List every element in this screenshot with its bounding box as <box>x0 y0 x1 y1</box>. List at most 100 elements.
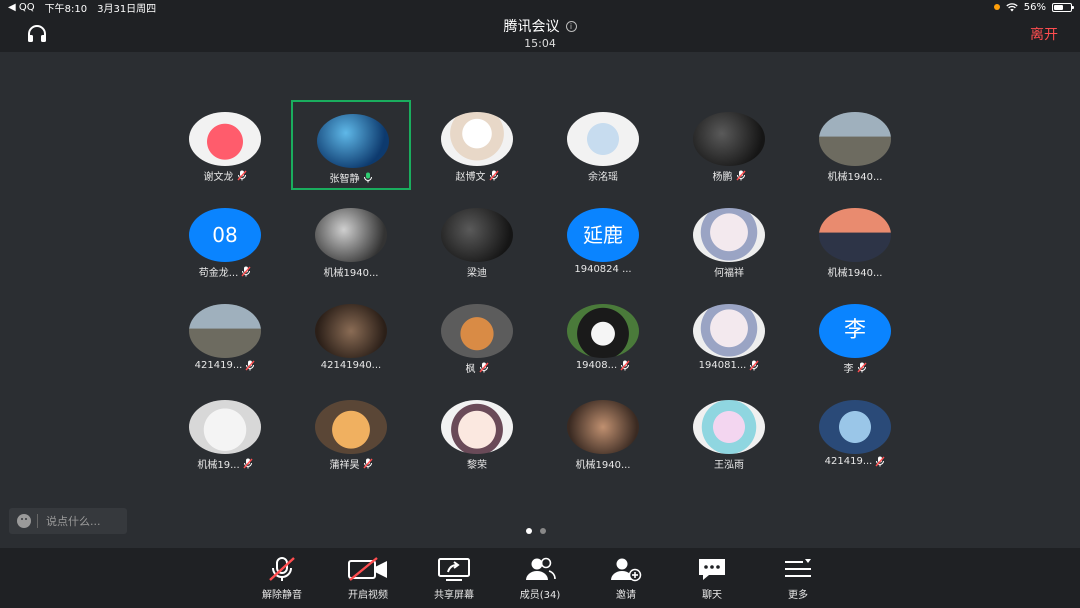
participant-avatar <box>315 304 387 358</box>
participant-name-row: 王泓雨 <box>669 456 789 471</box>
participant-name-row: 421419... <box>795 456 915 467</box>
participant-avatar <box>819 208 891 262</box>
page-dot-2[interactable] <box>540 528 546 534</box>
leave-button[interactable]: 离开 <box>1030 24 1058 44</box>
participant-tile[interactable]: 张智静 <box>291 100 411 190</box>
participant-tile[interactable]: 19408... <box>543 292 663 382</box>
participant-name-row: 苟金龙... <box>165 264 285 279</box>
participant-tile[interactable]: 42141940... <box>291 292 411 382</box>
participant-name: 赵博文 <box>455 172 486 183</box>
participant-name-row: 机械1940... <box>795 264 915 279</box>
info-icon[interactable]: i <box>565 21 577 32</box>
participant-avatar <box>317 114 389 168</box>
participant-tile[interactable]: 194081... <box>669 292 789 382</box>
bottom-toolbar: 解除静音 开启视频 共享屏幕 成员(34) 邀请 聊天 更多 <box>0 548 1080 608</box>
participant-tile[interactable]: 谢文龙 <box>165 100 285 190</box>
participant-avatar <box>567 112 639 166</box>
participant-name: 杨鹏 <box>712 172 733 183</box>
back-to-app-link[interactable]: ◀ QQ <box>8 2 35 13</box>
mic-muted-icon <box>243 458 253 469</box>
mic-muted-icon <box>245 360 255 371</box>
share-screen-icon <box>438 558 470 581</box>
participant-name: 黎荣 <box>467 460 487 471</box>
participant-tile[interactable]: 杨鹏 <box>669 100 789 190</box>
share-screen-button[interactable]: 共享屏幕 <box>414 556 494 601</box>
participant-name-row: 42141940... <box>291 360 411 371</box>
mic-active-icon <box>363 172 372 183</box>
participant-name: 421419... <box>824 456 873 467</box>
participant-avatar <box>315 208 387 262</box>
participant-avatar <box>567 304 639 358</box>
participant-name-row: 何福祥 <box>669 264 789 279</box>
participant-name: 枫 <box>465 364 476 375</box>
participant-tile[interactable]: 机械1940... <box>795 100 915 190</box>
more-button[interactable]: 更多 <box>758 556 838 601</box>
meeting-duration: 15:04 <box>524 37 556 50</box>
participant-name-row: 黎荣 <box>417 456 537 471</box>
members-icon <box>526 557 556 580</box>
status-bar: ◀ QQ 下午8:10 3月31日周四 56% <box>0 0 1080 15</box>
participant-avatar <box>567 400 639 454</box>
participant-tile[interactable]: 机械1940... <box>291 196 411 286</box>
participant-avatar <box>441 208 513 262</box>
start-video-button[interactable]: 开启视频 <box>328 556 408 601</box>
invite-button[interactable]: 邀请 <box>586 556 666 601</box>
participant-name-row: 赵博文 <box>417 168 537 183</box>
mic-muted-icon <box>269 557 295 581</box>
participant-name: 梁迪 <box>467 268 487 279</box>
unmute-button[interactable]: 解除静音 <box>242 556 322 601</box>
participant-tile[interactable]: 421419... <box>795 388 915 478</box>
participant-name: 苟金龙... <box>198 268 239 279</box>
participant-tile[interactable]: 梁迪 <box>417 196 537 286</box>
page-indicator <box>526 528 546 534</box>
participant-name: 张智静 <box>329 174 360 185</box>
chat-label: 聊天 <box>702 590 722 601</box>
mic-muted-icon <box>478 362 489 373</box>
participant-name: 421419... <box>194 360 243 371</box>
participant-avatar <box>693 400 765 454</box>
divider <box>37 514 38 528</box>
participant-tile[interactable]: 机械1940... <box>795 196 915 286</box>
participant-name-row: 余洺瑶 <box>543 168 663 183</box>
chat-button[interactable]: 聊天 <box>672 556 752 601</box>
participant-tile[interactable]: 延鹿 1940824 ... <box>543 196 663 286</box>
chat-input[interactable]: 说点什么... <box>9 508 127 534</box>
participant-tile[interactable]: 王泓雨 <box>669 388 789 478</box>
participant-name: 余洺瑶 <box>588 172 618 183</box>
participant-name-row: 梁迪 <box>417 264 537 279</box>
participant-avatar <box>819 112 891 166</box>
participant-tile[interactable]: 蒲祥昊 <box>291 388 411 478</box>
meeting-title: 腾讯会议 <box>503 19 560 35</box>
participant-tile[interactable]: 余洺瑶 <box>543 100 663 190</box>
emoji-icon[interactable] <box>17 514 31 528</box>
participant-tile[interactable]: 赵博文 <box>417 100 537 190</box>
page-dot-1[interactable] <box>526 528 532 534</box>
participant-tile[interactable]: 08 苟金龙... <box>165 196 285 286</box>
participant-name-row: 1940824 ... <box>543 264 663 275</box>
participant-tile[interactable]: 枫 <box>417 292 537 382</box>
participant-avatar: 李 <box>819 304 891 358</box>
more-menu-icon <box>785 559 811 577</box>
participant-tile[interactable]: 黎荣 <box>417 388 537 478</box>
mic-muted-icon <box>488 170 499 181</box>
participant-name-row: 李 <box>795 360 915 375</box>
participant-name-row: 枫 <box>417 360 537 375</box>
participant-tile[interactable]: 机械19... <box>165 388 285 478</box>
participant-tile[interactable]: 421419... <box>165 292 285 382</box>
participant-name-row: 421419... <box>165 360 285 371</box>
participant-avatar <box>189 400 261 454</box>
participant-tile[interactable]: 何福祥 <box>669 196 789 286</box>
participant-name: 机械1940... <box>575 460 631 471</box>
participant-tile[interactable]: 机械1940... <box>543 388 663 478</box>
orange-indicator-icon <box>993 4 1000 10</box>
participant-name-row: 谢文龙 <box>165 168 285 183</box>
participant-name-row: 杨鹏 <box>669 168 789 183</box>
battery-icon <box>1052 2 1074 12</box>
members-button[interactable]: 成员(34) <box>500 556 580 601</box>
participant-name-row: 张智静 <box>293 170 409 185</box>
participant-name-row: 19408... <box>543 360 663 371</box>
participant-name-row: 机械1940... <box>543 456 663 471</box>
participant-name: 194081... <box>698 360 747 371</box>
participant-avatar: 08 <box>189 208 261 262</box>
participant-tile[interactable]: 李李 <box>795 292 915 382</box>
